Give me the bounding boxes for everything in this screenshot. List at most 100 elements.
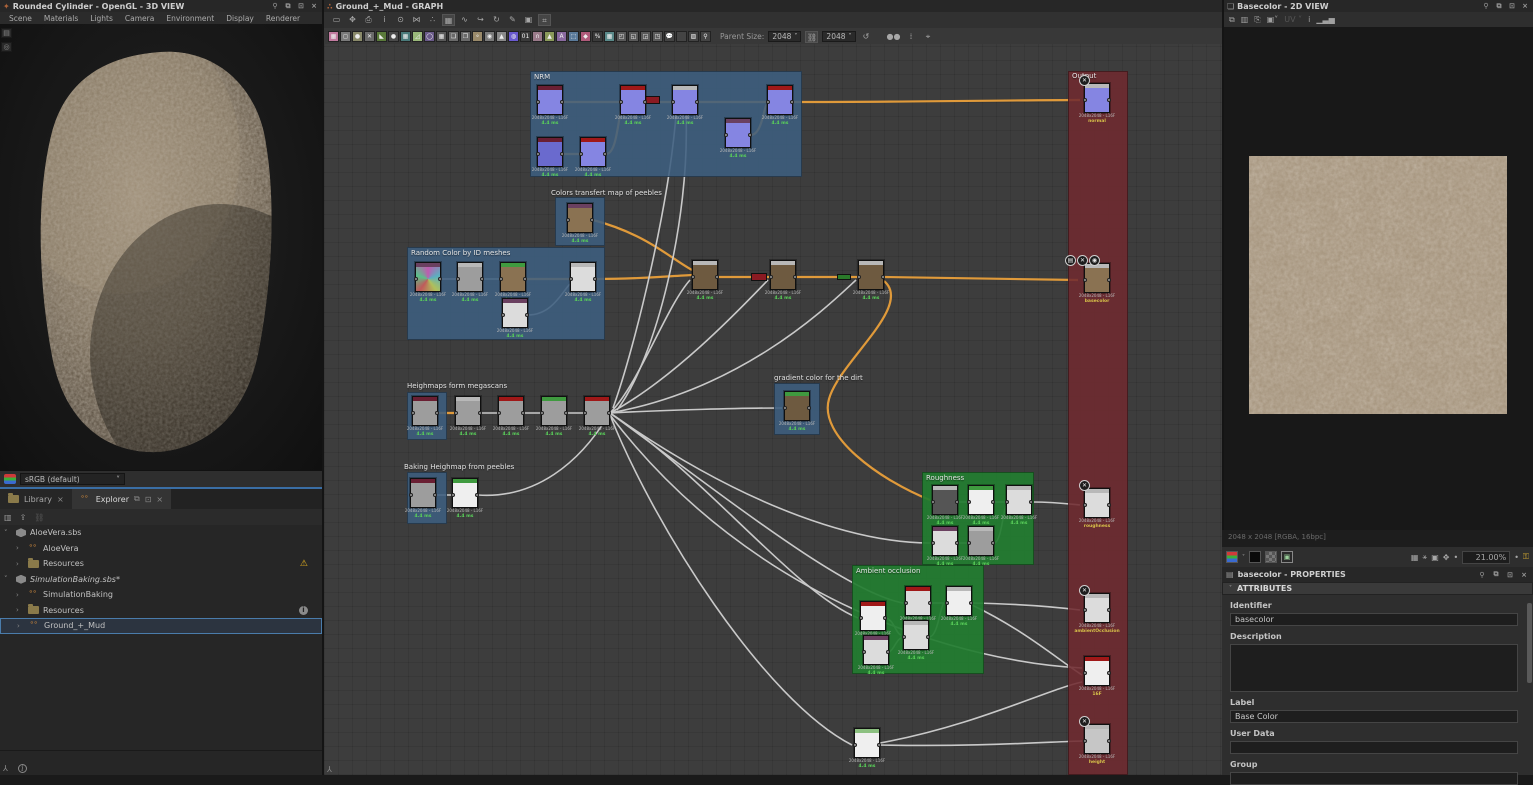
node-out-port[interactable]	[480, 277, 484, 281]
histogram-icon[interactable]: ▁▃▅	[1316, 15, 1334, 24]
node-in-port[interactable]	[931, 500, 935, 504]
frame-image-icon[interactable]: ▨	[688, 31, 699, 42]
float-icon[interactable]: ⧉	[1491, 570, 1501, 579]
screenshot-icon[interactable]: ⎙	[362, 14, 375, 26]
channel-shuffle-node-icon[interactable]: ✕	[364, 31, 375, 42]
node-in-port[interactable]	[1083, 503, 1087, 507]
graph-node[interactable]: 2048x2048 - L16F4.4 ms	[692, 260, 718, 290]
comment-icon[interactable]: 💬	[664, 31, 675, 42]
close-icon[interactable]: ×	[156, 495, 163, 504]
magnet-icon[interactable]: ⌖	[921, 31, 934, 43]
dot-node-icon[interactable]	[676, 31, 687, 42]
viewport-mini-toolbar[interactable]: ▤ ◎	[1, 28, 12, 52]
node-in-port[interactable]	[583, 411, 587, 415]
shape-node-icon[interactable]: ◯	[424, 31, 435, 42]
graph-node[interactable]: 2048x2048 - L16Froughness✕	[1084, 488, 1110, 518]
search-icon[interactable]: ⊙	[394, 14, 407, 26]
pin-icon[interactable]: ⚲	[700, 31, 711, 42]
graph-node[interactable]: 2048x2048 - L16F4.4 ms	[412, 396, 438, 426]
hierarchy-icon[interactable]: ⅄	[3, 764, 8, 773]
float-icon[interactable]: ⧉	[283, 2, 293, 11]
2d-view-titlebar[interactable]: ❏ Basecolor - 2D VIEW ⚲ ⧉ ⊡ ×	[1224, 0, 1533, 12]
node-in-port[interactable]	[1083, 278, 1087, 282]
node-out-port[interactable]	[926, 635, 930, 639]
expander-icon[interactable]: ›	[17, 622, 25, 630]
node-in-port[interactable]	[569, 277, 573, 281]
triangle-node-icon[interactable]: ▲	[544, 31, 555, 42]
node-in-port[interactable]	[931, 541, 935, 545]
expander-icon[interactable]: ›	[16, 591, 24, 599]
directional-warp-node-icon[interactable]: ▦	[400, 31, 411, 42]
node-out-port[interactable]	[590, 218, 594, 222]
node-out-port[interactable]	[478, 411, 482, 415]
background-black-swatch[interactable]	[1249, 551, 1261, 563]
menu-lights[interactable]: Lights	[85, 14, 118, 23]
graph-node[interactable]: 2048x2048 - L16F4.4 ms	[770, 260, 796, 290]
graph-group[interactable]	[530, 71, 802, 177]
output-badge-icon[interactable]: ▤	[1065, 255, 1076, 266]
node-out-port[interactable]	[1107, 98, 1111, 102]
graph-node[interactable]: 2048x2048 - L16F4.4 ms	[455, 396, 481, 426]
edit-icon[interactable]: ✎	[506, 14, 519, 26]
node-in-port[interactable]	[857, 275, 861, 279]
channels-icon[interactable]	[1226, 551, 1238, 563]
rotate-icon[interactable]: ↻	[490, 14, 503, 26]
graph-node[interactable]: 2048x2048 - L16F4.4 ms	[905, 586, 931, 616]
snap-grid-icon[interactable]: ▦	[442, 14, 455, 26]
label-input[interactable]: Base Color	[1230, 710, 1518, 723]
node-in-port[interactable]	[409, 493, 413, 497]
node-in-port[interactable]	[1083, 608, 1087, 612]
close-icon[interactable]: ×	[57, 495, 64, 504]
selection-node-icon[interactable]: ⬚	[568, 31, 579, 42]
grid-node-icon[interactable]: ▦	[604, 31, 615, 42]
normal-node-icon[interactable]: ◉	[484, 31, 495, 42]
transform-node-icon[interactable]: ❏	[448, 31, 459, 42]
graph-node[interactable]: 2048x2048 - L16F4.4 ms	[672, 85, 698, 115]
graph-node[interactable]: 2048x2048 - L16F4.4 ms	[784, 391, 810, 421]
node-out-port[interactable]	[593, 277, 597, 281]
maximize-icon[interactable]: ⊡	[296, 2, 306, 10]
menu-environment[interactable]: Environment	[161, 14, 219, 23]
node-in-port[interactable]	[902, 635, 906, 639]
expander-icon[interactable]: ˅	[4, 529, 12, 537]
node-out-port[interactable]	[883, 616, 887, 620]
save-icon[interactable]: ▥	[4, 513, 12, 522]
node-out-port[interactable]	[715, 275, 719, 279]
value-node-icon[interactable]: 01	[520, 31, 531, 42]
node-in-port[interactable]	[862, 650, 866, 654]
node-out-port[interactable]	[433, 493, 437, 497]
2d-viewport[interactable]	[1224, 27, 1533, 530]
node-out-port[interactable]	[607, 411, 611, 415]
dots-icon[interactable]: ●●	[887, 31, 901, 43]
float-icon[interactable]: ⧉	[1494, 2, 1504, 11]
lock-icon[interactable]: ⚿	[1523, 552, 1529, 562]
fill-node-icon[interactable]: ◆	[580, 31, 591, 42]
warp-node-icon[interactable]: ❐	[460, 31, 471, 42]
node-in-port[interactable]	[691, 275, 695, 279]
pin-icon[interactable]: ⚲	[270, 2, 280, 10]
graph-node[interactable]: 2048x2048 - L16F4.4 ms	[541, 396, 567, 426]
dot-node[interactable]	[837, 274, 851, 280]
wire-style-icon[interactable]: ∿	[458, 14, 471, 26]
copy-image-icon[interactable]: ⎘	[1254, 15, 1260, 25]
dot-node[interactable]	[751, 273, 767, 281]
node-out-port[interactable]	[886, 650, 890, 654]
graph-node[interactable]: 2048x2048 - L16F4.4 ms	[863, 635, 889, 665]
close-icon[interactable]: ×	[309, 2, 319, 10]
node-out-port[interactable]	[877, 743, 881, 747]
node-out-port[interactable]	[1107, 739, 1111, 743]
blend-node-icon[interactable]: ◻	[340, 31, 351, 42]
graph-node[interactable]: 2048x2048 - L16F4.4 ms	[620, 85, 646, 115]
graph-node[interactable]: 2048x2048 - L16F4.4 ms	[415, 262, 441, 292]
node-out-port[interactable]	[1029, 500, 1033, 504]
node-in-port[interactable]	[1005, 500, 1009, 504]
tree-item-resources[interactable]: ›Resourcesi	[0, 603, 322, 619]
node-in-port[interactable]	[945, 601, 949, 605]
properties-titlebar[interactable]: ▤ basecolor - PROPERTIES ⚲ ⧉ ⊡ ×	[1222, 567, 1533, 582]
graph-node[interactable]: 2048x2048 - L16F4.4 ms	[854, 728, 880, 758]
pin-icon[interactable]: ⚲	[1481, 2, 1491, 10]
swap-image-icon[interactable]: ⧉	[1229, 15, 1235, 25]
node-in-port[interactable]	[566, 218, 570, 222]
parent-size-height-select[interactable]: 2048 ˅	[822, 31, 855, 42]
node-out-port[interactable]	[560, 100, 564, 104]
